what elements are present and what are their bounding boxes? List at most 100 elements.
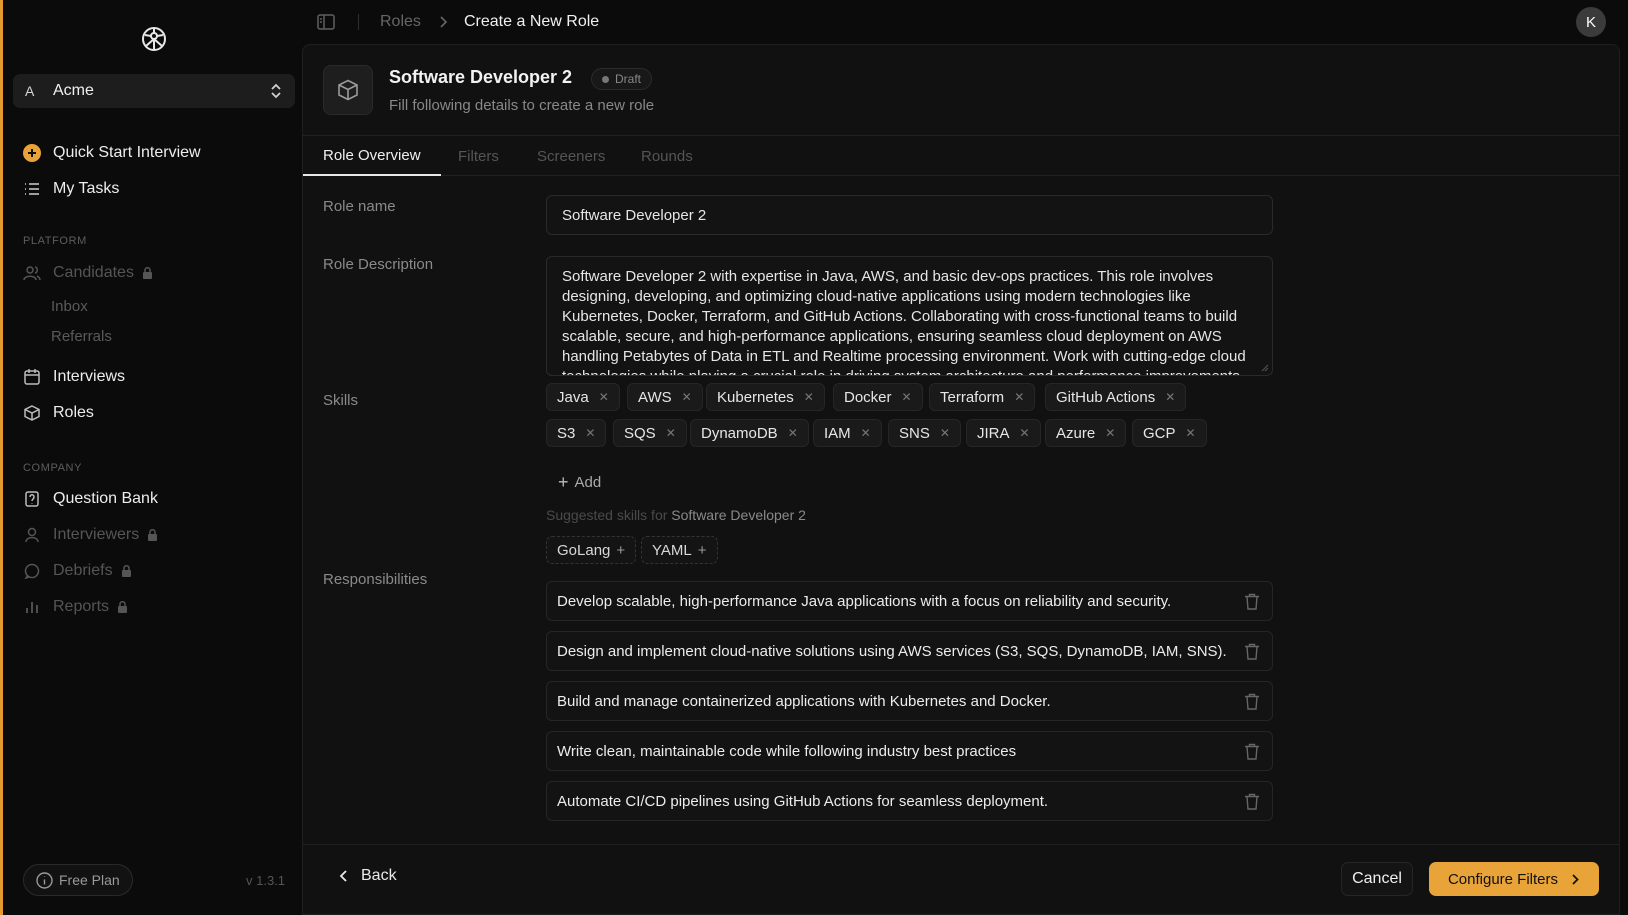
sidebar-item-label: Reports	[53, 598, 110, 615]
tab-rounds[interactable]: Rounds	[641, 136, 693, 176]
info-icon	[36, 871, 53, 889]
sidebar-toggle-icon[interactable]	[317, 14, 335, 30]
sidebar-item-interviewers[interactable]: Interviewers	[23, 520, 158, 550]
responsibility-text: Design and implement cloud-native soluti…	[557, 642, 1227, 660]
tab-screeners[interactable]: Screeners	[537, 136, 605, 176]
configure-filters-button[interactable]: Configure Filters	[1429, 862, 1599, 896]
skill-chip[interactable]: S3 ✕	[546, 419, 607, 447]
back-button[interactable]: Back	[339, 867, 397, 885]
remove-icon[interactable]: ✕	[666, 426, 676, 440]
sidebar-item-my-tasks[interactable]: My Tasks	[23, 174, 119, 204]
remove-icon[interactable]: ✕	[788, 426, 798, 440]
skill-chip-label: Docker	[844, 388, 892, 406]
responsibility-item[interactable]: Design and implement cloud-native soluti…	[546, 631, 1273, 671]
suggested-skill-chip[interactable]: YAML +	[641, 536, 718, 564]
sidebar-item-interviews[interactable]: Interviews	[23, 362, 125, 392]
skill-chip-label: SNS	[899, 424, 930, 442]
suggested-prefix: Suggested skills for	[546, 507, 668, 523]
sidebar-item-reports[interactable]: Reports	[23, 592, 128, 622]
role-description-value: Software Developer 2 with expertise in J…	[562, 268, 1246, 375]
breadcrumb-roles[interactable]: Roles	[380, 13, 421, 31]
skill-chip[interactable]: AWS ✕	[627, 383, 703, 411]
org-letter: A	[25, 83, 35, 99]
skill-chip[interactable]: Docker ✕	[833, 383, 923, 411]
remove-icon[interactable]: ✕	[599, 390, 609, 404]
remove-icon[interactable]: ✕	[1020, 426, 1030, 440]
skill-chip[interactable]: SQS ✕	[613, 419, 687, 447]
sidebar-item-label: Question Bank	[53, 490, 158, 507]
avatar[interactable]: K	[1576, 7, 1606, 37]
skill-chip-label: DynamoDB	[701, 424, 778, 442]
sidebar-item-quick-start[interactable]: Quick Start Interview	[23, 138, 201, 168]
sidebar-item-candidates[interactable]: Candidates	[23, 258, 153, 288]
cancel-button[interactable]: Cancel	[1341, 862, 1413, 896]
role-name-input[interactable]: Software Developer 2	[546, 195, 1273, 235]
org-switcher[interactable]: A Acme	[13, 74, 295, 108]
chevron-right-icon	[438, 15, 448, 29]
skill-chip[interactable]: Azure ✕	[1045, 419, 1127, 447]
sidebar-item-question-bank[interactable]: Question Bank	[23, 484, 158, 514]
remove-icon[interactable]: ✕	[804, 390, 814, 404]
sidebar-item-debriefs[interactable]: Debriefs	[23, 556, 132, 586]
trash-icon[interactable]	[1244, 693, 1260, 710]
sidebar-item-label: Quick Start Interview	[53, 144, 201, 161]
role-description-textarea[interactable]: Software Developer 2 with expertise in J…	[546, 256, 1273, 376]
sidebar: A Acme Quick Start Interview My Tasks PL…	[3, 0, 300, 915]
responsibility-item[interactable]: Develop scalable, high-performance Java …	[546, 581, 1273, 621]
form-footer: Back Cancel Configure Filters	[303, 844, 1619, 914]
back-label: Back	[361, 867, 397, 884]
responsibility-item[interactable]: Write clean, maintainable code while fol…	[546, 731, 1273, 771]
remove-icon[interactable]: ✕	[902, 390, 912, 404]
suggested-skill-chip[interactable]: GoLang +	[546, 536, 637, 564]
user-icon	[23, 526, 41, 544]
org-name: Acme	[53, 82, 94, 99]
tab-role-overview[interactable]: Role Overview	[303, 136, 441, 176]
skill-chip-label: JIRA	[977, 424, 1010, 442]
responsibility-item[interactable]: Automate CI/CD pipelines using GitHub Ac…	[546, 781, 1273, 821]
sidebar-item-roles[interactable]: Roles	[23, 398, 94, 428]
remove-icon[interactable]: ✕	[1165, 390, 1175, 404]
status-badge: Draft	[591, 68, 653, 90]
suggested-skill-label: GoLang	[557, 541, 611, 559]
skill-chip[interactable]: SNS ✕	[888, 419, 961, 447]
skill-chip-label: GitHub Actions	[1056, 388, 1156, 406]
remove-icon[interactable]: ✕	[1014, 390, 1024, 404]
app-logo-icon[interactable]	[139, 24, 169, 54]
free-plan-label: Free Plan	[59, 872, 120, 888]
add-skill-button[interactable]: + Add	[558, 472, 601, 493]
sidebar-item-label: Interviewers	[53, 526, 140, 543]
tab-filters[interactable]: Filters	[458, 136, 499, 176]
resize-handle-icon[interactable]	[1261, 364, 1269, 372]
sidebar-item-referrals[interactable]: Referrals	[51, 328, 112, 345]
remove-icon[interactable]: ✕	[1105, 426, 1115, 440]
remove-icon[interactable]: ✕	[1186, 426, 1196, 440]
trash-icon[interactable]	[1244, 793, 1260, 810]
trash-icon[interactable]	[1244, 593, 1260, 610]
breadcrumb-current: Create a New Role	[464, 13, 600, 30]
trash-icon[interactable]	[1244, 743, 1260, 760]
trash-icon[interactable]	[1244, 643, 1260, 660]
skill-chip[interactable]: IAM ✕	[813, 419, 882, 447]
skill-chip[interactable]: GitHub Actions ✕	[1045, 383, 1187, 411]
lock-icon	[142, 267, 153, 279]
question-file-icon	[23, 490, 41, 508]
remove-icon[interactable]: ✕	[861, 426, 871, 440]
sidebar-item-inbox[interactable]: Inbox	[51, 298, 88, 315]
divider	[358, 14, 359, 30]
remove-icon[interactable]: ✕	[585, 426, 595, 440]
remove-icon[interactable]: ✕	[940, 426, 950, 440]
cube-icon	[23, 404, 41, 422]
section-label-platform: PLATFORM	[23, 235, 87, 247]
skill-chip[interactable]: Java ✕	[546, 383, 620, 411]
skill-chip[interactable]: Kubernetes ✕	[706, 383, 825, 411]
suggested-skills-heading: Suggested skills for Software Developer …	[546, 507, 806, 523]
remove-icon[interactable]: ✕	[682, 390, 692, 404]
skill-chip[interactable]: JIRA ✕	[966, 419, 1041, 447]
skill-chip[interactable]: DynamoDB ✕	[690, 419, 809, 447]
free-plan-button[interactable]: Free Plan	[23, 864, 133, 896]
skill-chip[interactable]: GCP ✕	[1132, 419, 1207, 447]
skill-chip[interactable]: Terraform ✕	[929, 383, 1036, 411]
responsibility-item[interactable]: Build and manage containerized applicati…	[546, 681, 1273, 721]
role-name-value: Software Developer 2	[562, 206, 707, 224]
configure-filters-label: Configure Filters	[1447, 870, 1559, 888]
